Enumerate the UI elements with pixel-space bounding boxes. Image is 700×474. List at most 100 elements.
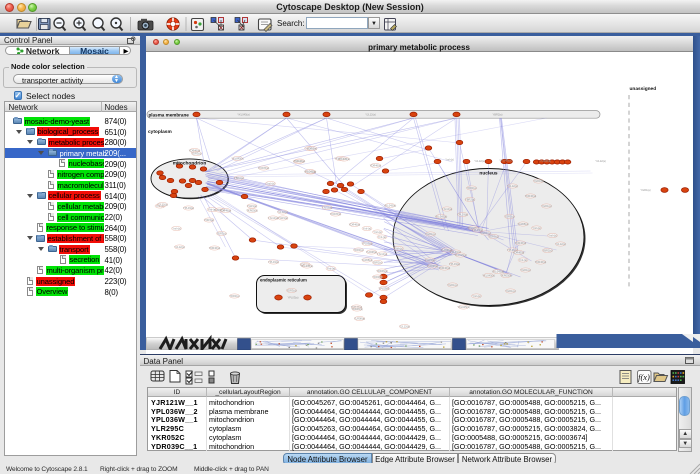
svg-text:Yml-(a): Yml-(a): [518, 258, 527, 262]
svg-text:YKL045(a): YKL045(a): [303, 169, 316, 173]
svg-text:YPL03(a): YPL03(a): [183, 206, 194, 210]
svg-text:YPL03(a): YPL03(a): [472, 228, 483, 232]
svg-text:YGR1(a): YGR1(a): [533, 179, 543, 183]
svg-text:YPL03(a): YPL03(a): [378, 286, 389, 290]
svg-text:YDR46(a): YDR46(a): [376, 269, 388, 273]
svg-text:YDR3(a): YDR3(a): [504, 214, 514, 218]
svg-text:cytoplasm: cytoplasm: [148, 129, 172, 135]
svg-text:YDR3(a): YDR3(a): [216, 231, 226, 235]
svg-text:YBR2(a): YBR2(a): [492, 112, 502, 116]
svg-text:YGR1(a): YGR1(a): [640, 188, 650, 192]
svg-text:YJL12(a): YJL12(a): [157, 202, 168, 206]
svg-text:YJL12(a): YJL12(a): [321, 205, 332, 209]
svg-text:YDR46(a): YDR46(a): [534, 260, 546, 264]
svg-text:YKR05(a): YKR05(a): [329, 212, 341, 216]
svg-text:YGR1(a): YGR1(a): [424, 258, 434, 262]
svg-text:plasma membrane: plasma membrane: [148, 112, 189, 117]
svg-text:f(x): f(x): [638, 372, 650, 382]
svg-text:Yml-(a): Yml-(a): [373, 230, 382, 234]
svg-text:YDR3(a): YDR3(a): [372, 275, 382, 279]
svg-text:YKL045(a): YKL045(a): [491, 269, 504, 273]
svg-text:YKR05(a): YKR05(a): [246, 208, 258, 212]
svg-text:YPL03(a): YPL03(a): [457, 212, 468, 216]
svg-text:YLR08(a): YLR08(a): [353, 316, 364, 320]
svg-text:Yml-(a): Yml-(a): [548, 233, 557, 237]
svg-text:YDR3(a): YDR3(a): [203, 218, 213, 222]
svg-text:YKL045(a): YKL045(a): [499, 158, 512, 162]
svg-text:YDR3(a): YDR3(a): [229, 294, 239, 298]
svg-text:nucleus: nucleus: [479, 171, 497, 177]
svg-text:YGR1(a): YGR1(a): [246, 204, 256, 208]
svg-text:YKL045(a): YKL045(a): [383, 203, 396, 207]
svg-text:YDR46(a): YDR46(a): [438, 266, 450, 270]
svg-text:Yml-(a): Yml-(a): [445, 157, 454, 161]
svg-text:YDR3(a): YDR3(a): [488, 234, 498, 238]
svg-text:Yml-(a): Yml-(a): [377, 235, 386, 239]
svg-text:YKL045(a): YKL045(a): [482, 273, 495, 277]
svg-text:YJL12(a): YJL12(a): [555, 242, 566, 246]
svg-text:Yml-(a): Yml-(a): [394, 246, 403, 250]
svg-text:YKR05(a): YKR05(a): [257, 166, 269, 170]
svg-text:YLR08(a): YLR08(a): [517, 222, 528, 226]
svg-text:YDR46(a): YDR46(a): [219, 208, 231, 212]
svg-text:Yml-(a): Yml-(a): [472, 294, 481, 298]
svg-text:YJL12(a): YJL12(a): [277, 210, 288, 214]
svg-text:YKL045(a): YKL045(a): [457, 305, 470, 309]
svg-text:YKL045(a): YKL045(a): [434, 214, 447, 218]
svg-text:YKL045(a): YKL045(a): [454, 253, 467, 257]
svg-text:YPL03(a): YPL03(a): [449, 262, 460, 266]
svg-text:YJL12(a): YJL12(a): [507, 184, 518, 188]
svg-text:endoplasmic reticulum: endoplasmic reticulum: [260, 278, 307, 283]
svg-text:YKL045(a): YKL045(a): [231, 156, 244, 160]
svg-text:unassigned: unassigned: [629, 86, 656, 92]
svg-text:YBR2(a): YBR2(a): [542, 248, 552, 252]
svg-text:YGR1(a): YGR1(a): [520, 268, 530, 272]
svg-text:YJL12(a): YJL12(a): [365, 112, 376, 116]
svg-text:YDR46(a): YDR46(a): [514, 241, 526, 245]
svg-text:YLR08(a): YLR08(a): [426, 264, 437, 268]
svg-text:YDR3(a): YDR3(a): [466, 186, 476, 190]
svg-text:YDR46(a): YDR46(a): [351, 307, 363, 311]
svg-text:Yml-(a): Yml-(a): [326, 266, 335, 270]
svg-text:YGR1(a): YGR1(a): [505, 289, 515, 293]
svg-text:YDR3(a): YDR3(a): [286, 288, 296, 292]
svg-text:YDR46(a): YDR46(a): [208, 246, 220, 250]
svg-text:YDR3(a): YDR3(a): [191, 151, 201, 155]
svg-text:YBR2(a): YBR2(a): [372, 260, 382, 264]
svg-text:YBR2(a): YBR2(a): [465, 197, 475, 201]
svg-text:YDR46(a): YDR46(a): [369, 163, 381, 167]
svg-text:YGR1(a): YGR1(a): [425, 232, 435, 236]
svg-text:YJL12(a): YJL12(a): [399, 324, 410, 328]
svg-text:YPL03(a): YPL03(a): [268, 260, 279, 264]
svg-text:YDR46(a): YDR46(a): [293, 159, 305, 163]
svg-text:YGR1(a): YGR1(a): [277, 216, 287, 220]
svg-text:Yml-(a): Yml-(a): [532, 226, 541, 230]
svg-text:YLR08(a): YLR08(a): [440, 248, 451, 252]
svg-text:YKL045(a): YKL045(a): [300, 264, 313, 268]
svg-text:YPL03(a): YPL03(a): [361, 241, 372, 245]
svg-text:YJL12(a): YJL12(a): [474, 159, 485, 163]
svg-text:YBR2(a): YBR2(a): [234, 176, 244, 180]
svg-text:YKR05(a): YKR05(a): [500, 273, 512, 277]
svg-text:YJL12(a): YJL12(a): [376, 252, 387, 256]
svg-text:YLR08(a): YLR08(a): [539, 159, 550, 163]
svg-text:YJL12(a): YJL12(a): [441, 207, 452, 211]
svg-text:YGR1(a): YGR1(a): [541, 204, 551, 208]
svg-text:YJL12(a): YJL12(a): [267, 216, 278, 220]
svg-text:YDR46(a): YDR46(a): [512, 250, 524, 254]
svg-text:YLR08(a): YLR08(a): [365, 250, 376, 254]
svg-text:YDR3(a): YDR3(a): [306, 146, 316, 150]
svg-text:YGR1(a): YGR1(a): [447, 283, 457, 287]
svg-text:YPL03(a): YPL03(a): [287, 295, 298, 299]
svg-text:YDR46(a): YDR46(a): [524, 194, 536, 198]
svg-text:Yml-(a): Yml-(a): [172, 226, 181, 230]
svg-text:YKL045(a): YKL045(a): [237, 112, 250, 116]
svg-text:Yml-(a): Yml-(a): [207, 207, 216, 211]
svg-text:YJL12(a): YJL12(a): [174, 245, 185, 249]
svg-text:YKL045(a): YKL045(a): [337, 157, 350, 161]
svg-text:YLR08(a): YLR08(a): [361, 258, 372, 262]
svg-text:Yml-(a): Yml-(a): [266, 181, 275, 185]
svg-text:YDR46(a): YDR46(a): [348, 222, 360, 226]
svg-text:Yml-(a): Yml-(a): [362, 226, 371, 230]
svg-text:YJL12(a): YJL12(a): [595, 159, 606, 163]
